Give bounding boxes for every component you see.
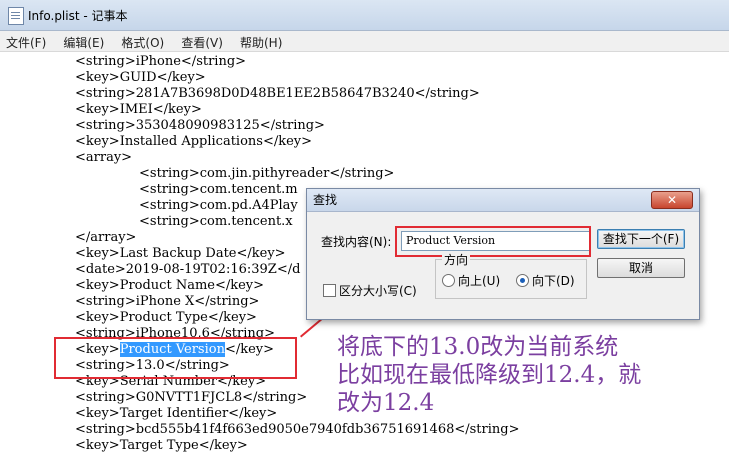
annotation-line-1: 将底下的13.0改为当前系统	[337, 334, 619, 360]
editor-line: <key>Installed Applications</key>	[75, 134, 313, 149]
editor-line: <string>281A7B3698D0D48BE1EE2B58647B3240…	[75, 86, 480, 101]
editor-line: <key>Target Identifier</key>	[75, 406, 278, 421]
direction-group: 方向 向上(U) 向下(D)	[435, 251, 587, 299]
annotation-line-2: 比如现在最低降级到12.4，就	[337, 362, 642, 388]
editor-line: <string>com.tencent.m	[139, 182, 298, 197]
menu-help[interactable]: 帮助(H)	[234, 31, 288, 51]
find-label: 查找内容(N):	[321, 235, 392, 249]
direction-label: 方向	[442, 251, 471, 268]
highlight-box-product-version	[54, 337, 297, 379]
up-radio[interactable]	[442, 274, 455, 287]
close-icon[interactable]: ✕	[651, 191, 693, 209]
cancel-button[interactable]: 取消	[597, 258, 685, 278]
title-bar: Info.plist - 记事本	[0, 0, 729, 31]
annotation-line-3: 改为12.4	[337, 390, 435, 416]
menu-edit[interactable]: 编辑(E)	[57, 31, 110, 51]
editor-line: <string>353048090983125</string>	[75, 118, 325, 133]
editor-line: <array>	[75, 150, 133, 165]
editor-line: <string>iPhone</string>	[75, 54, 247, 69]
editor-line: <string>bcd555b41f4f663ed9050e7940fdb367…	[75, 422, 520, 437]
editor-line: <date>2019-08-19T02:16:39Z</d	[75, 262, 301, 277]
editor-line: <string>G0NVTT1FJCL8</string>	[75, 390, 308, 405]
editor-line: <string>com.jin.pithyreader</string>	[139, 166, 395, 181]
dialog-title: 查找	[307, 189, 699, 212]
up-label: 向上(U)	[458, 274, 501, 288]
notepad-icon	[8, 7, 24, 25]
editor-line: <key>IMEI</key>	[75, 102, 202, 117]
match-case-label: 区分大小写(C)	[339, 284, 417, 298]
dialog-body: 查找内容(N): Product Version 查找下一个(F) 取消 区分大…	[307, 212, 699, 319]
highlight-box-find-input	[395, 226, 591, 257]
editor-line: <string>iPhone X</string>	[75, 294, 260, 309]
editor-line: <key>Last Backup Date</key>	[75, 246, 286, 261]
window-title: Info.plist - 记事本	[28, 9, 128, 23]
find-next-button[interactable]: 查找下一个(F)	[597, 229, 685, 249]
editor-line: <string>com.pd.A4Play	[139, 198, 298, 213]
editor-line: <string>com.tencent.x	[139, 214, 293, 229]
find-dialog: 查找 ✕ 查找内容(N): Product Version 查找下一个(F) 取…	[306, 188, 700, 320]
editor-line: <key>Product Type</key>	[75, 310, 257, 325]
match-case-checkbox[interactable]	[323, 284, 336, 297]
menu-file[interactable]: 文件(F)	[0, 31, 52, 51]
editor-line: <key>Product Name</key>	[75, 278, 265, 293]
down-radio[interactable]	[516, 274, 529, 287]
editor-line: </array>	[75, 230, 137, 245]
menu-bar: 文件(F) 编辑(E) 格式(O) 查看(V) 帮助(H)	[0, 31, 729, 52]
down-label: 向下(D)	[532, 274, 575, 288]
editor-line: <key>GUID</key>	[75, 70, 206, 85]
menu-format[interactable]: 格式(O)	[115, 31, 170, 51]
editor-line: <key>Target Type</key>	[75, 438, 248, 453]
menu-view[interactable]: 查看(V)	[175, 31, 229, 51]
